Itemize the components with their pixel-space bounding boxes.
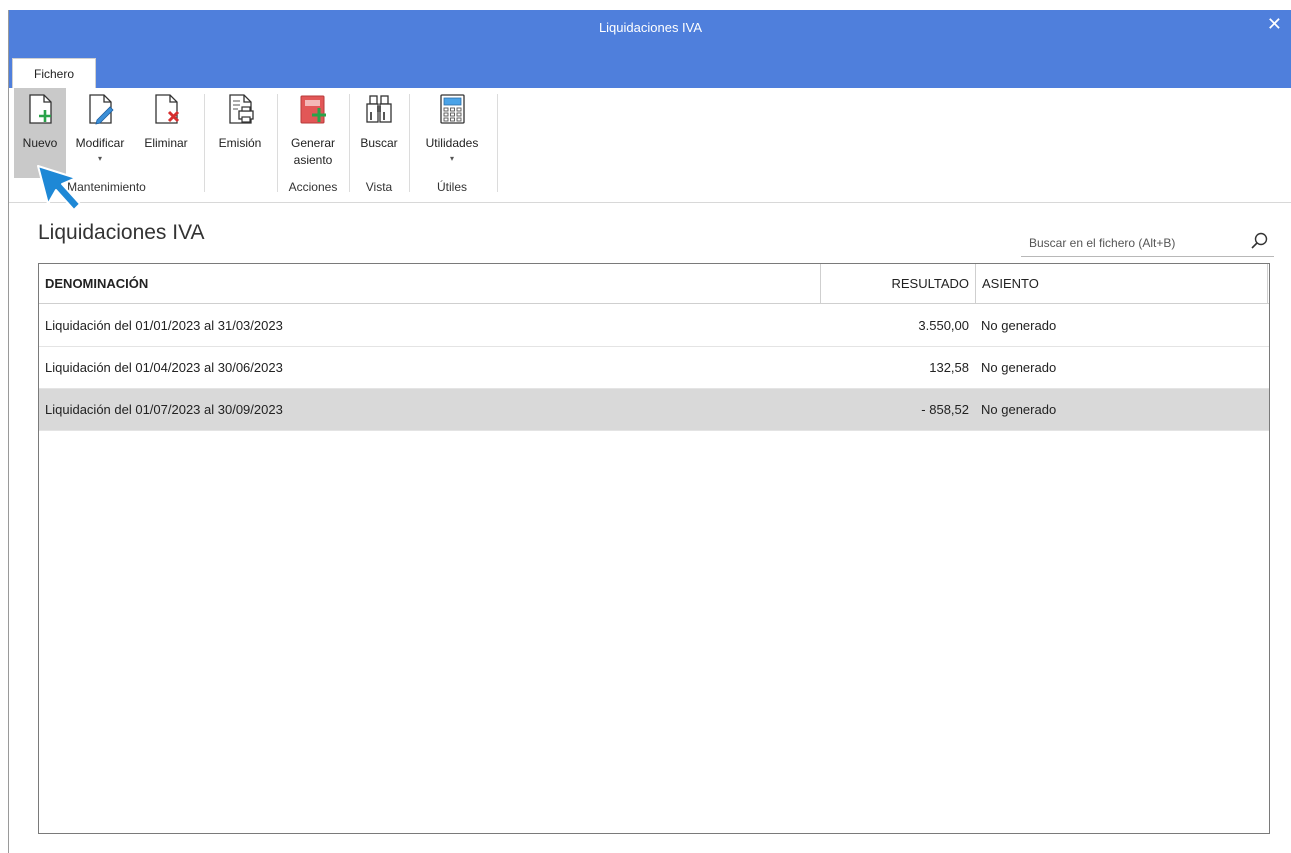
group-vista-label: Vista (365, 180, 393, 194)
close-button[interactable]: ✕ (1267, 14, 1282, 35)
buscar-button[interactable]: Buscar (353, 88, 405, 178)
chevron-down-icon: ▾ (97, 154, 102, 163)
cell-asiento: No generado (981, 318, 1057, 333)
group-separator (277, 94, 278, 192)
cell-asiento: No generado (981, 360, 1057, 375)
generar-label-line2: asiento (293, 153, 333, 167)
group-separator (204, 94, 205, 192)
modificar-label: Modificar (75, 136, 125, 150)
group-separator (409, 94, 410, 192)
group-separator (349, 94, 350, 192)
edit-document-icon (89, 94, 114, 125)
emision-label: Emisión (218, 136, 262, 150)
ribbon: Nuevo Modificar ▾ Eliminar Mantenimiento (9, 88, 1291, 203)
cell-resultado: 132,58 (929, 360, 969, 375)
group-utiles-label: Útiles (436, 180, 467, 194)
eliminar-label: Eliminar (144, 136, 188, 150)
utilidades-button[interactable]: Utilidades ▾ (413, 88, 491, 178)
utilidades-label: Utilidades (425, 136, 479, 150)
print-document-icon (229, 94, 254, 124)
chevron-down-icon: ▾ (449, 154, 454, 163)
title-bar: Liquidaciones IVA ✕ (9, 10, 1291, 50)
table-row[interactable]: Liquidación del 01/01/2023 al 31/03/2023… (39, 305, 1269, 347)
eliminar-button[interactable]: Eliminar (135, 88, 197, 178)
cell-asiento: No generado (981, 402, 1057, 417)
page-title: Liquidaciones IVA (38, 221, 205, 244)
column-header-resultado[interactable]: RESULTADO (820, 264, 975, 304)
generar-asiento-label: Generar asiento (281, 135, 345, 169)
ledger-add-icon (300, 95, 326, 124)
column-header-denominacion[interactable]: DENOMINACIÓN (45, 264, 148, 304)
app-window: Liquidaciones IVA ✕ Fichero Nuevo Modifi… (8, 10, 1291, 853)
binoculars-icon (366, 95, 392, 123)
cell-resultado: - 858,52 (921, 402, 969, 417)
table-header: DENOMINACIÓN RESULTADO ASIENTO (39, 264, 1269, 304)
group-acciones-label: Acciones (288, 180, 338, 194)
group-separator (497, 94, 498, 192)
search-placeholder: Buscar en el fichero (Alt+B) (1029, 236, 1176, 250)
window-title: Liquidaciones IVA (598, 20, 703, 35)
generar-label-line1: Generar (290, 136, 336, 150)
new-document-icon (29, 94, 52, 124)
calculator-icon (440, 94, 465, 124)
cell-denominacion: Liquidación del 01/01/2023 al 31/03/2023 (45, 318, 283, 333)
ribbon-tabstrip: Fichero (9, 50, 1291, 88)
table-row-selected[interactable]: Liquidación del 01/07/2023 al 30/09/2023… (39, 389, 1269, 431)
cell-denominacion: Liquidación del 01/07/2023 al 30/09/2023 (45, 402, 283, 417)
liquidaciones-table: DENOMINACIÓN RESULTADO ASIENTO Liquidaci… (38, 263, 1270, 834)
cell-denominacion: Liquidación del 01/04/2023 al 30/06/2023 (45, 360, 283, 375)
search-field[interactable]: Buscar en el fichero (Alt+B) (1021, 229, 1274, 257)
generar-asiento-button[interactable]: Generar asiento (281, 88, 345, 178)
search-icon[interactable] (1250, 231, 1270, 251)
table-row[interactable]: Liquidación del 01/04/2023 al 30/06/2023… (39, 347, 1269, 389)
cell-resultado: 3.550,00 (918, 318, 969, 333)
nuevo-label: Nuevo (22, 136, 58, 150)
emision-button[interactable]: Emisión (208, 88, 272, 178)
delete-document-icon (155, 94, 180, 124)
tab-fichero[interactable]: Fichero (12, 58, 96, 88)
pointer-arrow-icon (37, 165, 81, 211)
column-header-asiento[interactable]: ASIENTO (975, 264, 1268, 304)
buscar-label: Buscar (360, 136, 398, 150)
